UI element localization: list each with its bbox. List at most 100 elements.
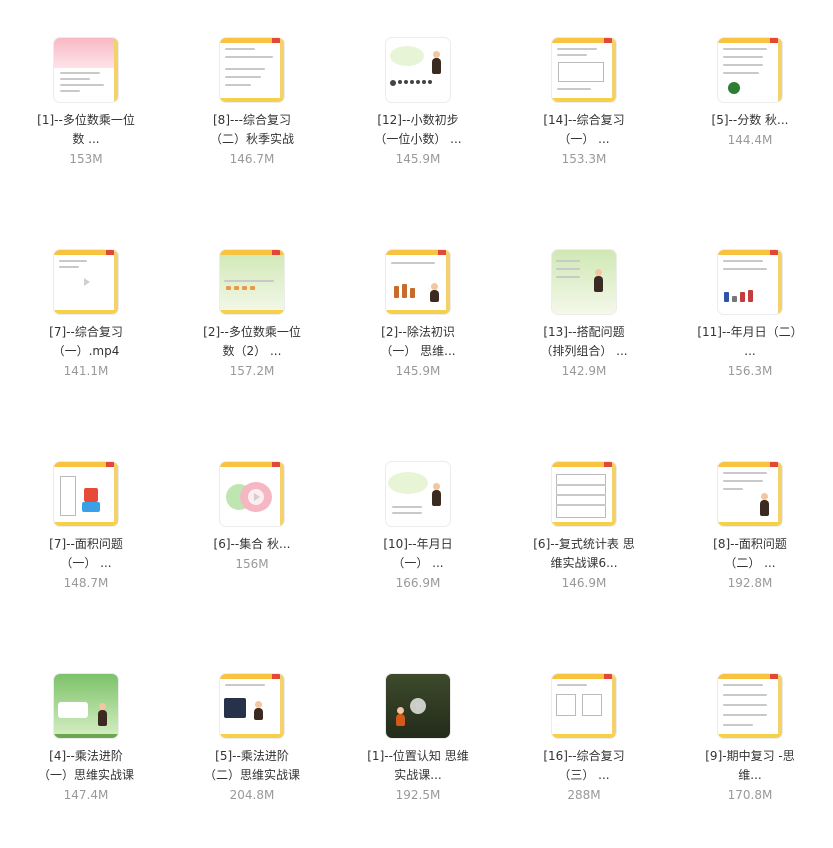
video-thumbnail[interactable]	[718, 250, 782, 314]
file-size: 145.9M	[395, 152, 441, 166]
file-item[interactable]: [8]--面积问题 （二） ... 192.8M	[667, 424, 833, 636]
video-thumbnail[interactable]	[552, 462, 616, 526]
file-name-line-1: [13]--搭配问题	[543, 325, 625, 339]
file-name: [2]--除法初识 （一） 思维...	[348, 323, 488, 361]
file-size: 153.3M	[561, 152, 607, 166]
file-name-line-1: [2]--除法初识	[381, 325, 455, 339]
file-item[interactable]: [7]--面积问题 （一） ... 148.7M	[3, 424, 169, 636]
video-thumbnail[interactable]	[220, 462, 284, 526]
file-name: [13]--搭配问题 （排列组合） ...	[514, 323, 654, 361]
video-thumbnail[interactable]	[552, 250, 616, 314]
file-name-line-2: 数（2） ...	[222, 344, 282, 358]
file-name-line-1: [9]-期中复习 -思	[705, 749, 795, 763]
file-name-line-1: [14]--综合复习	[543, 113, 625, 127]
file-name-line-2: （二）思维实战课	[203, 768, 300, 782]
file-name-line-2: 实战课...	[394, 768, 442, 782]
file-name-line-2: （一） ...	[558, 132, 610, 146]
file-size: 146.9M	[561, 576, 607, 590]
file-item[interactable]: [6]--复式统计表 思维实战课6... 146.9M	[501, 424, 667, 636]
file-name-line-1: [5]--乘法进阶	[215, 749, 289, 763]
file-name: [10]--年月日 （一） ...	[348, 535, 488, 573]
file-item[interactable]: [4]--乘法进阶 （一）思维实战课 147.4M	[3, 636, 169, 848]
video-thumbnail[interactable]	[718, 462, 782, 526]
file-name: [7]--综合复习 （一）.mp4	[16, 323, 156, 361]
file-grid: [1]--多位数乘一位数 ... 153M [8]---综合复习 （二）秋季实战 146…	[0, 0, 833, 816]
file-name: [8]---综合复习 （二）秋季实战	[182, 111, 322, 149]
file-size: 204.8M	[229, 788, 275, 802]
file-size: 147.4M	[63, 788, 109, 802]
video-thumbnail[interactable]	[54, 462, 118, 526]
video-thumbnail[interactable]	[386, 38, 450, 102]
file-name: [9]-期中复习 -思 维...	[680, 747, 820, 785]
file-name-line-2: （一位小数） ...	[374, 132, 462, 146]
video-thumbnail[interactable]	[386, 250, 450, 314]
file-name-line-2: 维...	[738, 768, 762, 782]
video-thumbnail[interactable]	[718, 38, 782, 102]
file-item[interactable]: [11]--年月日（二）... 156.3M	[667, 212, 833, 424]
file-name: [12]--小数初步 （一位小数） ...	[348, 111, 488, 149]
file-name-line-1: [2]--多位数乘一位	[203, 325, 301, 339]
file-item[interactable]: [1]--多位数乘一位数 ... 153M	[3, 0, 169, 212]
file-item[interactable]: [5]--乘法进阶 （二）思维实战课 204.8M	[169, 636, 335, 848]
video-thumbnail[interactable]	[718, 674, 782, 738]
file-name-line-1: [7]--综合复习	[49, 325, 123, 339]
file-name-line-1: [6]--集合 秋...	[213, 537, 291, 551]
file-name-line-1: [16]--综合复习	[543, 749, 625, 763]
file-name: [2]--多位数乘一位 数（2） ...	[182, 323, 322, 361]
file-item[interactable]: [8]---综合复习 （二）秋季实战 146.7M	[169, 0, 335, 212]
file-name-line-2: ...	[744, 344, 756, 358]
file-size: 146.7M	[229, 152, 275, 166]
file-name-line-1: [10]--年月日	[383, 537, 453, 551]
file-size: 156M	[235, 557, 269, 571]
file-item[interactable]: [12]--小数初步 （一位小数） ... 145.9M	[335, 0, 501, 212]
file-item[interactable]: [7]--综合复习 （一）.mp4 141.1M	[3, 212, 169, 424]
file-name-line-1: [5]--分数 秋...	[711, 113, 789, 127]
file-size: 156.3M	[727, 364, 773, 378]
file-item[interactable]: [9]-期中复习 -思 维... 170.8M	[667, 636, 833, 848]
file-item[interactable]: [1]--位置认知 思维 实战课... 192.5M	[335, 636, 501, 848]
file-size: 148.7M	[63, 576, 109, 590]
file-item[interactable]: [13]--搭配问题 （排列组合） ... 142.9M	[501, 212, 667, 424]
video-thumbnail[interactable]	[386, 674, 450, 738]
file-name-line-2: 维实战课6...	[550, 556, 618, 570]
file-item[interactable]: [2]--除法初识 （一） 思维... 145.9M	[335, 212, 501, 424]
file-item[interactable]: [2]--多位数乘一位 数（2） ... 157.2M	[169, 212, 335, 424]
file-name: [1]--多位数乘一位数 ...	[16, 111, 156, 149]
video-thumbnail[interactable]	[552, 38, 616, 102]
file-name: [6]--复式统计表 思维实战课6...	[514, 535, 654, 573]
file-name-line-1: [11]--年月日（二）	[697, 325, 803, 339]
file-size: 157.2M	[229, 364, 275, 378]
file-name-line-2: （二） ...	[724, 556, 776, 570]
file-name: [11]--年月日（二）...	[680, 323, 820, 361]
video-thumbnail[interactable]	[54, 250, 118, 314]
file-name-line-1: [8]---综合复习	[213, 113, 291, 127]
file-name: [16]--综合复习 （三） ...	[514, 747, 654, 785]
file-size: 153M	[69, 152, 103, 166]
file-size: 145.9M	[395, 364, 441, 378]
file-size: 288M	[567, 788, 601, 802]
file-name: [4]--乘法进阶 （一）思维实战课	[16, 747, 156, 785]
file-name-line-1: [4]--乘法进阶	[49, 749, 123, 763]
file-name-line-1: [8]--面积问题	[713, 537, 787, 551]
video-thumbnail[interactable]	[220, 250, 284, 314]
file-item[interactable]: [16]--综合复习 （三） ... 288M	[501, 636, 667, 848]
file-name-line-1: [12]--小数初步	[377, 113, 459, 127]
video-thumbnail[interactable]	[220, 38, 284, 102]
file-item[interactable]: [6]--集合 秋... 156M	[169, 424, 335, 636]
video-thumbnail[interactable]	[54, 38, 118, 102]
video-thumbnail[interactable]	[552, 674, 616, 738]
video-thumbnail[interactable]	[386, 462, 450, 526]
file-item[interactable]: [10]--年月日 （一） ... 166.9M	[335, 424, 501, 636]
file-name-line-2: （二）秋季实战	[209, 132, 294, 146]
video-thumbnail[interactable]	[220, 674, 284, 738]
file-name-line-1: [1]--位置认知 思维	[367, 749, 469, 763]
file-item[interactable]: [14]--综合复习 （一） ... 153.3M	[501, 0, 667, 212]
file-name-line-2: （一） ...	[392, 556, 444, 570]
file-item[interactable]: [5]--分数 秋... 144.4M	[667, 0, 833, 212]
file-name-line-2: （三） ...	[558, 768, 610, 782]
video-thumbnail[interactable]	[54, 674, 118, 738]
file-name: [8]--面积问题 （二） ...	[680, 535, 820, 573]
file-size: 170.8M	[727, 788, 773, 802]
file-size: 144.4M	[727, 133, 773, 147]
file-size: 192.5M	[395, 788, 441, 802]
